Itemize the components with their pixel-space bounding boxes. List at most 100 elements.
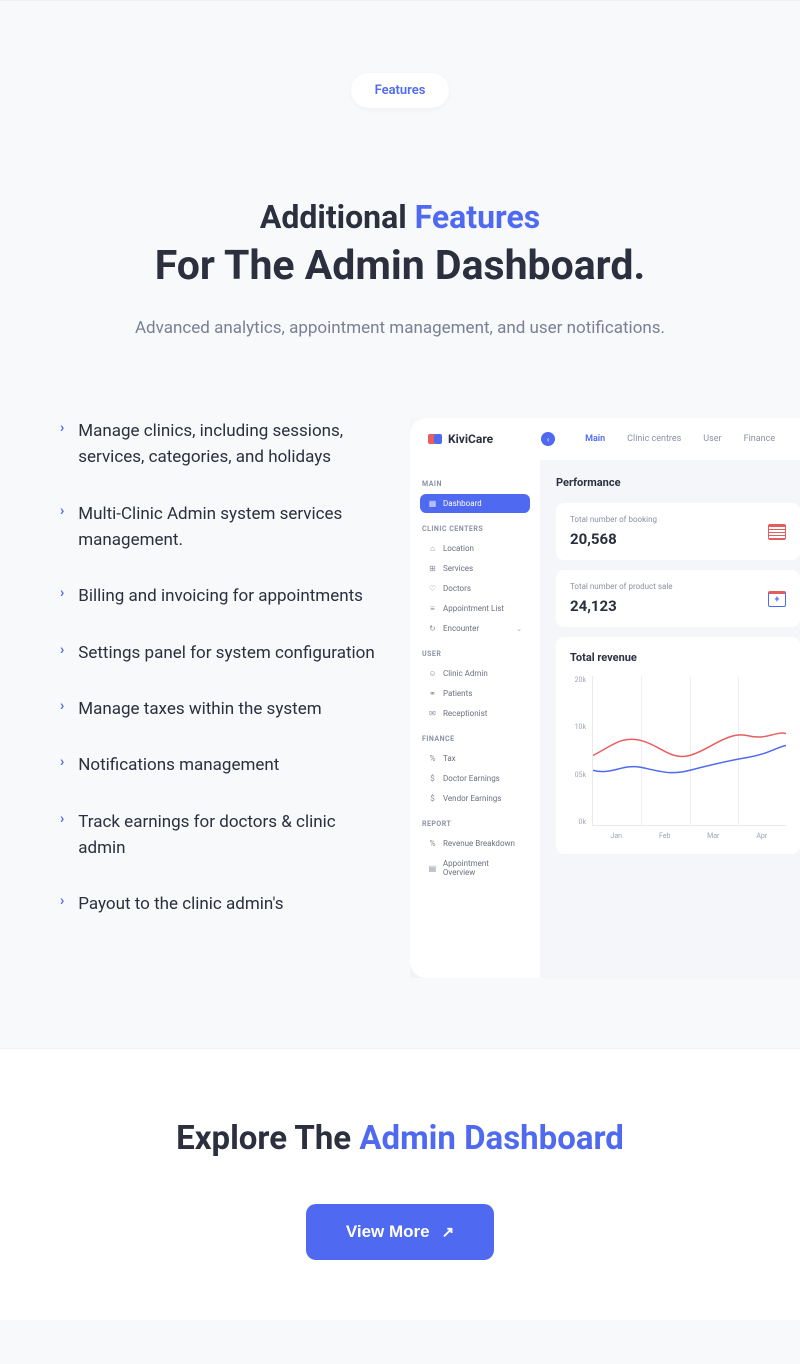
chart-plot: [592, 676, 786, 826]
feature-item: › Track earnings for doctors & clinic adm…: [60, 809, 380, 862]
chevron-right-icon: ›: [60, 893, 64, 917]
logo-mark-icon: [428, 432, 442, 446]
sidebar-item[interactable]: $ Vendor Earnings: [420, 789, 530, 808]
sidebar-heading: MAIN: [422, 480, 528, 488]
stat-value: 20,568: [570, 530, 657, 548]
sidebar-item[interactable]: ↻Encounter⌄: [420, 619, 530, 638]
sidebar-item-icon: $: [428, 794, 437, 803]
calendar-icon: [768, 524, 786, 540]
sidebar-heading: REPORT: [422, 820, 528, 828]
feature-item: › Multi-Clinic Admin system services mana…: [60, 501, 380, 554]
hero-description: Advanced analytics, appointment manageme…: [30, 318, 770, 338]
feature-text: Multi-Clinic Admin system services manag…: [78, 501, 380, 554]
sidebar-item[interactable]: ▤ Appointment Overview: [420, 854, 530, 882]
top-nav: Main Clinic centres User Finance: [585, 434, 775, 444]
sidebar-item[interactable]: ≡ Appointment List: [420, 599, 530, 618]
feature-text: Manage clinics, including sessions, serv…: [78, 418, 380, 471]
sidebar-item-icon: ≡: [428, 604, 437, 613]
chevron-down-icon: ⌄: [516, 625, 522, 633]
content-row: › Manage clinics, including sessions, ser…: [0, 338, 800, 1048]
chart-x-axis: JanFebMarApr: [592, 832, 786, 840]
sidebar-item-icon: ♡: [428, 584, 437, 593]
chevron-right-icon: ›: [60, 754, 64, 778]
topnav-item[interactable]: User: [703, 434, 721, 444]
sidebar-item-icon: ✉: [428, 709, 437, 718]
feature-text: Settings panel for system configuration: [78, 640, 375, 666]
dashboard-main: Performance Total number of booking20,56…: [540, 460, 800, 978]
feature-item: ›Billing and invoicing for appointments: [60, 583, 380, 609]
nav-collapse-icon[interactable]: ‹: [541, 432, 555, 446]
sidebar: MAIN ▦ Dashboard CLINIC CENTERS ⌂ Location ⊞ Se…: [410, 460, 540, 978]
sidebar-item-label: Encounter: [443, 624, 479, 633]
sidebar-item-label: Appointment Overview: [443, 859, 522, 877]
sidebar-item-label: Appointment List: [443, 604, 504, 613]
chart-card: Total revenue 20k10k05k0k: [556, 637, 800, 854]
hero-subtitle: For The Admin Dashboard.: [30, 242, 770, 290]
dashboard-topbar: KiviCare ‹ Main Clinic centres User Finance: [410, 418, 800, 460]
sidebar-item[interactable]: ☺ Clinic Admin: [420, 664, 530, 683]
chart-title: Total revenue: [570, 651, 786, 664]
sidebar-item-label: Receptionist: [443, 709, 487, 718]
chart-lines: [593, 676, 786, 825]
sidebar-item-label: Doctor Earnings: [443, 774, 500, 783]
sidebar-item-icon: ▤: [428, 864, 437, 873]
stat-card: Total number of product sale24,123: [556, 570, 800, 627]
feature-text: Notifications management: [78, 752, 279, 778]
sidebar-item-label: Vendor Earnings: [443, 794, 501, 803]
sidebar-item[interactable]: ♡ Doctors: [420, 579, 530, 598]
stat-card: Total number of booking20,568: [556, 503, 800, 560]
chevron-right-icon: ›: [60, 503, 64, 554]
sidebar-item-icon: ▦: [428, 499, 437, 508]
sidebar-item-label: Services: [443, 564, 473, 573]
topnav-item[interactable]: Clinic centres: [627, 434, 681, 444]
sidebar-item[interactable]: % Tax: [420, 749, 530, 768]
logo: KiviCare: [428, 432, 493, 446]
sidebar-item-icon: ⚭: [428, 689, 437, 698]
medkit-icon: [768, 591, 786, 607]
sidebar-item-icon: $: [428, 774, 437, 783]
sidebar-item[interactable]: ⚭ Patients: [420, 684, 530, 703]
sidebar-item-icon: ⌂: [428, 544, 437, 553]
cta-section: Explore The Admin Dashboard View More ↗: [0, 1048, 800, 1320]
sidebar-item-icon: ☺: [428, 669, 437, 678]
sidebar-item-label: Location: [443, 544, 474, 553]
dashboard-preview: KiviCare ‹ Main Clinic centres User Finance…: [410, 418, 800, 978]
sidebar-item-label: Tax: [443, 754, 456, 763]
view-more-button[interactable]: View More ↗: [306, 1204, 494, 1260]
feature-list: › Manage clinics, including sessions, ser…: [60, 418, 380, 948]
chevron-right-icon: ›: [60, 698, 64, 722]
sidebar-item[interactable]: $ Doctor Earnings: [420, 769, 530, 788]
sidebar-item[interactable]: %Revenue Breakdown: [420, 834, 530, 853]
sidebar-heading: FINANCE: [422, 735, 528, 743]
feature-item: › Manage taxes within the system: [60, 696, 380, 722]
sidebar-item[interactable]: ⌂ Location: [420, 539, 530, 558]
topnav-item[interactable]: Main: [585, 434, 605, 444]
sidebar-item-icon: ⊞: [428, 564, 437, 573]
sidebar-item-label: Doctors: [443, 584, 471, 593]
hero-title: Additional Features: [30, 198, 770, 236]
feature-item: ›Payout to the clinic admin's: [60, 891, 380, 917]
sidebar-item-label: Clinic Admin: [443, 669, 488, 678]
sidebar-item[interactable]: ✉ Receptionist: [420, 704, 530, 723]
sidebar-item-label: Dashboard: [443, 499, 482, 508]
sidebar-item-label: Patients: [443, 689, 472, 698]
sidebar-item[interactable]: ⊞ Services: [420, 559, 530, 578]
chart-y-axis: 20k10k05k0k: [570, 676, 592, 826]
feature-item: › Settings panel for system configuration: [60, 640, 380, 666]
chevron-right-icon: ›: [60, 420, 64, 471]
feature-text: Manage taxes within the system: [78, 696, 321, 722]
features-pill: Features: [351, 73, 450, 108]
feature-text: Track earnings for doctors & clinic admi…: [78, 809, 380, 862]
chevron-right-icon: ›: [60, 811, 64, 862]
cta-title: Explore The Admin Dashboard: [30, 1119, 770, 1158]
sidebar-item[interactable]: ▦ Dashboard: [420, 494, 530, 513]
hero-section: Features Additional Features For The Adm…: [0, 0, 800, 338]
feature-text: Billing and invoicing for appointments: [78, 583, 363, 609]
chevron-right-icon: ›: [60, 642, 64, 666]
topnav-item[interactable]: Finance: [744, 434, 775, 444]
sidebar-item-icon: %: [428, 754, 437, 763]
performance-title: Performance: [556, 476, 800, 489]
sidebar-heading: CLINIC CENTERS: [422, 525, 528, 533]
stat-label: Total number of product sale: [570, 582, 673, 591]
sidebar-item-label: Revenue Breakdown: [443, 839, 515, 848]
